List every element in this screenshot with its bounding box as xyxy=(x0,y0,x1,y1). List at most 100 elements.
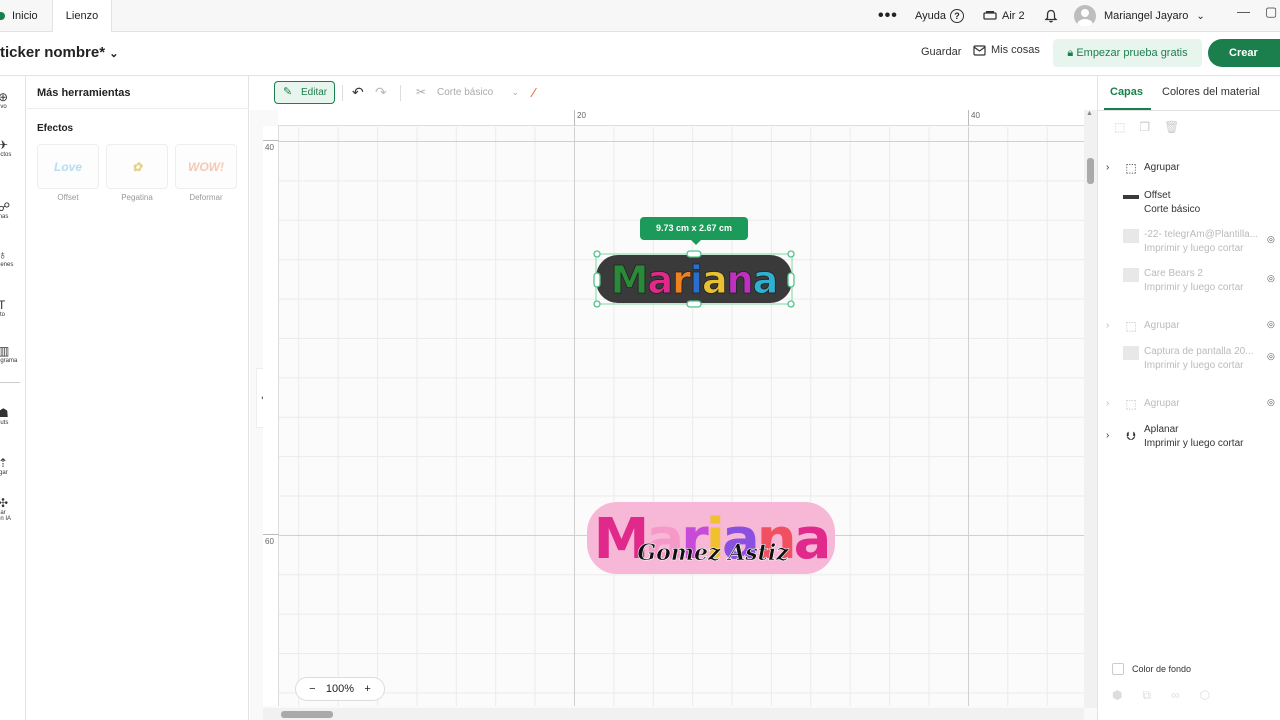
rail-item[interactable]: ▥ograma xyxy=(0,344,26,364)
maximize-button[interactable]: ▢ xyxy=(1265,4,1277,20)
scroll-thumb[interactable] xyxy=(281,711,333,718)
rail-label: ectos xyxy=(0,152,12,158)
help-button[interactable]: Ayuda ? xyxy=(915,0,964,32)
resize-handle[interactable] xyxy=(787,250,795,258)
upload-icon: ⇡ xyxy=(0,456,9,470)
layer-item[interactable]: ▣ Care Bears 2 Imprimir y luego cortar ◎ xyxy=(1098,268,1280,306)
resize-handle[interactable] xyxy=(686,250,702,258)
zoom-in-button[interactable]: + xyxy=(364,683,370,695)
effect-deformar[interactable]: WOW! Deformar xyxy=(175,144,237,202)
sticker-letter: a xyxy=(648,258,673,302)
zoom-control: − 100% + xyxy=(295,677,385,701)
operation-select[interactable]: ✂ Corte básico ⌄ xyxy=(410,81,525,104)
free-trial-label: Empezar prueba gratis xyxy=(1076,47,1188,59)
visibility-icon[interactable]: ◎ xyxy=(1267,234,1275,245)
chevron-right-icon[interactable]: › xyxy=(1106,397,1109,411)
rail-item[interactable]: ⇡rgar xyxy=(0,456,26,476)
undo-icon[interactable]: ↶ xyxy=(352,84,364,101)
checkbox[interactable] xyxy=(1112,663,1124,675)
free-trial-button[interactable]: 🔒︎ Empezar prueba gratis xyxy=(1053,39,1202,67)
effect-preview: Love xyxy=(37,144,99,189)
minimize-button[interactable]: — xyxy=(1237,4,1250,19)
chevron-right-icon[interactable]: › xyxy=(1106,429,1109,443)
chevron-right-icon[interactable]: › xyxy=(1106,319,1109,333)
visibility-icon[interactable]: ◎ xyxy=(1267,319,1275,330)
tab-canvas[interactable]: Lienzo xyxy=(52,0,112,32)
resize-handle[interactable] xyxy=(686,300,702,308)
layer-item[interactable]: ▣ Captura de pantalla 20... Imprimir y lue… xyxy=(1098,346,1280,384)
create-button[interactable]: Crear xyxy=(1208,39,1280,67)
trash-icon[interactable]: 🗑︎ xyxy=(1164,120,1179,134)
layer-item[interactable]: › ⬚ Agrupar xyxy=(1098,156,1280,194)
attach-icon[interactable]: ∞ xyxy=(1171,688,1180,703)
ruler-left: 40 60 xyxy=(263,126,279,706)
rail-item[interactable]: ⊕evo xyxy=(0,90,26,110)
resize-handle[interactable] xyxy=(787,300,795,308)
redo-icon[interactable]: ↷ xyxy=(375,84,387,101)
horizontal-scrollbar[interactable] xyxy=(263,708,1084,720)
canvas-grid[interactable] xyxy=(279,127,1084,706)
tab-home[interactable]: Inicio xyxy=(0,0,52,32)
slice-icon[interactable]: ⬢ xyxy=(1112,688,1122,703)
vertical-scrollbar[interactable]: ▲ xyxy=(1084,110,1097,708)
resize-handle[interactable] xyxy=(787,272,795,288)
help-icon: ? xyxy=(950,9,964,23)
layer-item[interactable]: Offset Corte básico xyxy=(1098,190,1280,228)
duplicate-icon[interactable]: ❐ xyxy=(1139,120,1150,134)
effect-offset[interactable]: Love Offset xyxy=(37,144,99,202)
rail-item[interactable]: ✈ectos xyxy=(0,138,26,158)
more-options-button[interactable]: ••• xyxy=(878,0,898,32)
effect-pegatina[interactable]: ✿ Pegatina xyxy=(106,144,168,202)
divider xyxy=(400,85,401,101)
rail-divider xyxy=(0,382,20,383)
ruler-tick xyxy=(968,110,969,126)
ruler-tick xyxy=(263,140,279,141)
ruler-label: 60 xyxy=(265,537,274,546)
tab-layers[interactable]: Capas xyxy=(1110,86,1143,98)
zoom-out-button[interactable]: − xyxy=(309,683,315,695)
my-stuff-button[interactable]: Mis cosas xyxy=(973,44,1040,56)
project-title-dropdown[interactable]: ticker nombre* ⌄ xyxy=(0,44,118,61)
scroll-up-icon[interactable]: ▲ xyxy=(1086,110,1093,117)
name-sticker[interactable]: Mariana Gomez Astiz xyxy=(585,496,837,580)
more-tools-panel: Más herramientas Efectos Love Offset ✿ Pega… xyxy=(27,76,249,720)
offset-swatch-icon xyxy=(1123,195,1139,199)
rail-item[interactable]: ☍mas xyxy=(0,200,26,220)
scissors-icon: ✂ xyxy=(416,85,427,99)
rail-item[interactable]: ♁genes xyxy=(0,248,26,268)
rail-item[interactable]: Txto xyxy=(0,298,26,318)
chevron-right-icon[interactable]: › xyxy=(1106,161,1109,175)
visibility-icon[interactable]: ◎ xyxy=(1267,351,1275,362)
pen-color-icon[interactable]: ∕ xyxy=(533,85,535,100)
resize-handle[interactable] xyxy=(593,250,601,258)
lightbulb-icon: ♁ xyxy=(0,248,7,262)
title-bar: Inicio Lienzo ••• Ayuda ? Air 2 Mariange… xyxy=(0,0,1280,32)
effect-label: Pegatina xyxy=(121,193,153,202)
layer-item[interactable]: ▣ -22- telegrAm@Plantilla... Imprimir y lu… xyxy=(1098,229,1280,267)
visibility-icon[interactable]: ◎ xyxy=(1267,397,1275,408)
background-color-toggle[interactable]: Color de fondo xyxy=(1112,663,1191,675)
tab-material-colors[interactable]: Colores del material xyxy=(1162,86,1260,98)
ai-sparkle-icon: ✣ xyxy=(0,496,9,510)
group-icon[interactable]: ⬚ xyxy=(1114,120,1125,134)
user-menu[interactable]: Mariangel Jayaro ⌄ xyxy=(1074,0,1205,32)
project-title: ticker nombre* xyxy=(0,44,106,61)
machine-selector[interactable]: Air 2 xyxy=(983,0,1025,32)
rail-item[interactable]: ✣ear on IA xyxy=(0,496,26,522)
scroll-thumb[interactable] xyxy=(1087,158,1094,184)
flatten-icon[interactable]: ⬡ xyxy=(1200,688,1210,703)
layer-item[interactable]: › ⮋ Aplanar Imprimir y luego cortar xyxy=(1098,424,1280,462)
rail-label: rgar xyxy=(0,470,8,476)
combine-icon[interactable]: ⧉ xyxy=(1142,688,1151,703)
resize-handle[interactable] xyxy=(593,272,601,288)
visibility-icon[interactable]: ◎ xyxy=(1267,273,1275,284)
rail-label: ear on IA xyxy=(0,510,12,522)
chevron-down-icon: ⌄ xyxy=(109,48,119,60)
resize-handle[interactable] xyxy=(593,300,601,308)
dimension-badge: 9.73 cm x 2.67 cm xyxy=(640,217,748,240)
save-button[interactable]: Guardar xyxy=(921,46,961,58)
selected-sticker[interactable]: Mariana xyxy=(593,249,796,309)
rail-item[interactable]: ☗outs xyxy=(0,406,26,426)
notifications-button[interactable] xyxy=(1044,0,1058,32)
edit-button[interactable]: ✎ Editar xyxy=(274,81,335,104)
